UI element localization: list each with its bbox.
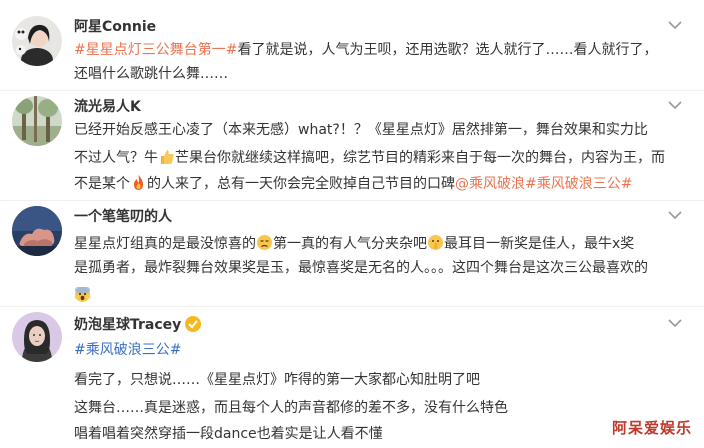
verified-badge-icon bbox=[185, 316, 202, 332]
comment-text: 的人来了，总有一天你会完全败掉自己节目的口碑 bbox=[147, 176, 455, 192]
avatar-image bbox=[12, 312, 62, 362]
scream-face-emoji-icon bbox=[74, 286, 91, 303]
avatar[interactable] bbox=[12, 16, 62, 66]
comment-text: 看了就是说，人气为王呗，还用选歌？选人就行了……看人就行了， bbox=[237, 42, 658, 58]
avatar-image bbox=[12, 16, 62, 66]
comment-text: 这舞台……真是迷惑，而且每个人的声音都修的差不多，没有什么特色 bbox=[74, 400, 508, 416]
comment-text-line: 星星点灯组真的是最没惊喜的 第一真的有人气分夹杂吧 最耳目一新奖是佳人，最牛x奖 bbox=[74, 234, 634, 253]
comment-text: 最耳目一新奖是佳人，最牛x奖 bbox=[444, 236, 635, 252]
avatar[interactable] bbox=[12, 206, 62, 256]
chevron-down-icon[interactable] bbox=[668, 100, 682, 110]
username-text: 奶泡星球Tracey bbox=[74, 317, 182, 333]
username[interactable]: 流光易人K bbox=[74, 96, 141, 116]
chevron-down-icon[interactable] bbox=[668, 20, 682, 30]
comment-text-line: 唱着唱着突然穿插一段dance也着实是让人看不懂 bbox=[74, 426, 383, 443]
avatar[interactable] bbox=[12, 312, 62, 362]
comment-3: 一个笔笔叨的人 星星点灯组真的是最没惊喜的 第一真的有人气分夹杂吧 最耳目一新奖是佳… bbox=[0, 200, 704, 308]
chevron-down-icon[interactable] bbox=[668, 318, 682, 328]
chevron-down-icon[interactable] bbox=[668, 210, 682, 220]
comment-text-line: 看完了，只想说……《星星点灯》咋得的第一大家都心知肚明了吧 bbox=[74, 372, 480, 389]
comment-text: 芒果台你就继续这样搞吧，综艺节目的精彩来自于每一次的舞台，内容为王，而 bbox=[175, 150, 665, 166]
hashtag-link[interactable]: #星星点灯三公舞台第一# bbox=[74, 42, 237, 58]
comment-text-line: #星星点灯三公舞台第一#看了就是说，人气为王呗，还用选歌？选人就行了……看人就行… bbox=[74, 42, 657, 59]
comment-text: 看完了，只想说……《星星点灯》咋得的第一大家都心知肚明了吧 bbox=[74, 372, 480, 388]
comment-4: 奶泡星球Tracey #乘风破浪三公# 看完了，只想说……《星星点灯》咋得的第一… bbox=[0, 306, 704, 448]
comment-text: 唱着唱着突然穿插一段dance也着实是让人看不懂 bbox=[74, 426, 383, 442]
comment-text: 已经开始反感王心凌了（本来无感）what?！？《星星点灯》居然排第一，舞台效果和… bbox=[74, 122, 648, 138]
comment-2: 流光易人K 已经开始反感王心凌了（本来无感）what?！？《星星点灯》居然排第一… bbox=[0, 90, 704, 202]
avatar-image bbox=[12, 96, 62, 146]
comment-text: 不过人气？牛 bbox=[74, 150, 158, 166]
comment-text-line: #乘风破浪三公# bbox=[74, 342, 181, 359]
hashtag-link[interactable]: #乘风破浪三公# bbox=[525, 176, 632, 192]
comment-text-line: 这舞台……真是迷惑，而且每个人的声音都修的差不多，没有什么特色 bbox=[74, 400, 508, 417]
fire-emoji-icon bbox=[130, 174, 147, 191]
username[interactable]: 奶泡星球Tracey bbox=[74, 314, 202, 334]
comment-text: 星星点灯组真的是最没惊喜的 bbox=[74, 236, 256, 252]
mention-link[interactable]: @乘风破浪 bbox=[455, 176, 525, 192]
comment-text-line: 是孤勇者，最炸裂舞台效果奖是玉，最惊喜奖是无名的人。。。这四个舞台是这次三公最喜… bbox=[74, 260, 648, 277]
avatar-image bbox=[12, 206, 62, 256]
comment-text: 还唱什么歌跳什么舞…… bbox=[74, 66, 228, 82]
thumbs-up-emoji-icon bbox=[158, 148, 175, 165]
watermark: 阿呆爱娱乐 bbox=[611, 419, 692, 437]
comment-text-line: 不过人气？牛 芒果台你就继续这样搞吧，综艺节目的精彩来自于每一次的舞台，内容为王，… bbox=[74, 148, 665, 167]
comment-text: 第一真的有人气分夹杂吧 bbox=[273, 236, 427, 252]
disappointed-face-emoji-icon bbox=[256, 234, 273, 251]
comment-1: 阿星Connie #星星点灯三公舞台第一#看了就是说，人气为王呗，还用选歌？选人… bbox=[0, 0, 704, 90]
comment-text: 不是某个 bbox=[74, 176, 130, 192]
comment-text-line: 不是某个 的人来了，总有一天你会完全败掉自己节目的口碑@乘风破浪#乘风破浪三公# bbox=[74, 174, 632, 193]
comment-text: 是孤勇者，最炸裂舞台效果奖是玉，最惊喜奖是无名的人。。。这四个舞台是这次三公最喜… bbox=[74, 260, 648, 276]
comment-text-line: 还唱什么歌跳什么舞…… bbox=[74, 66, 228, 83]
username[interactable]: 阿星Connie bbox=[74, 16, 156, 36]
username[interactable]: 一个笔笔叨的人 bbox=[74, 206, 172, 226]
comment-text-line bbox=[74, 286, 91, 305]
shushing-face-emoji-icon bbox=[427, 234, 444, 251]
avatar[interactable] bbox=[12, 96, 62, 146]
comment-text-line: 已经开始反感王心凌了（本来无感）what?！？《星星点灯》居然排第一，舞台效果和… bbox=[74, 122, 648, 139]
hashtag-link[interactable]: #乘风破浪三公# bbox=[74, 342, 181, 358]
